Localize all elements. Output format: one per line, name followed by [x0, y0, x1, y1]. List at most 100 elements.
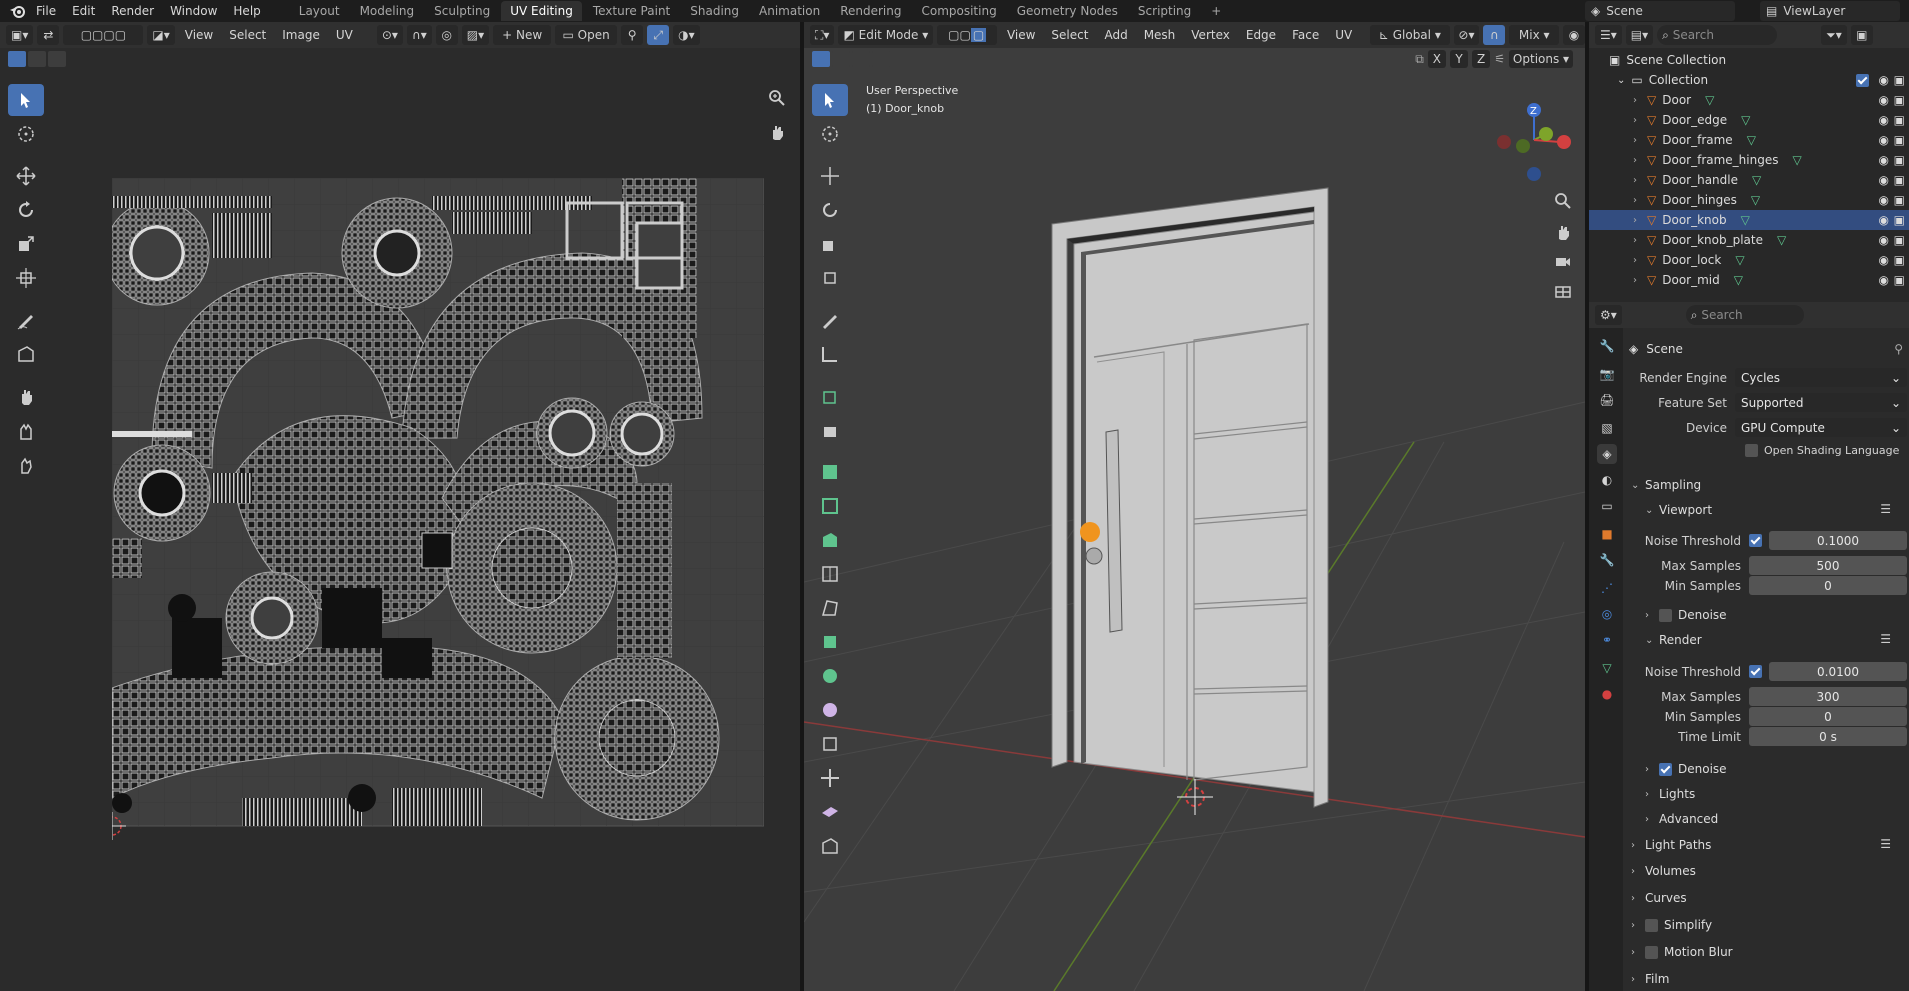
- device-dropdown[interactable]: GPU Compute ⌄: [1735, 418, 1907, 437]
- lights-subpanel[interactable]: › Lights: [1645, 787, 1695, 801]
- vp-denoise-subpanel[interactable]: › Denoise: [1645, 608, 1727, 622]
- vp-select-tool[interactable]: [812, 84, 848, 116]
- sampling-panel-header[interactable]: ⌄ Sampling: [1631, 478, 1701, 492]
- chevron-right-icon[interactable]: ›: [1633, 135, 1647, 146]
- particles-tab-icon[interactable]: ⋰: [1597, 578, 1617, 598]
- mesh-data-icon[interactable]: ▽: [1705, 93, 1714, 107]
- pan-hand-icon[interactable]: [763, 118, 791, 146]
- tab-animation[interactable]: Animation: [750, 1, 829, 21]
- add-cube-tool[interactable]: [812, 380, 848, 412]
- visibility-eye-icon[interactable]: ◉: [1879, 213, 1889, 227]
- uv-vertex-mode-button[interactable]: [8, 51, 26, 67]
- menu-edit[interactable]: Edit: [64, 0, 103, 22]
- outliner-object-row[interactable]: › ▽ Door_lock ▽ ◉ ▣: [1589, 250, 1909, 270]
- render-camera-icon[interactable]: ▣: [1894, 73, 1905, 87]
- r-noise-threshold-field[interactable]: 0.0100: [1769, 662, 1907, 681]
- scene-selector[interactable]: ◈ Scene: [1585, 1, 1735, 21]
- relax-tool[interactable]: [8, 414, 44, 446]
- outliner-editor-type-button[interactable]: ☰▾: [1595, 25, 1622, 45]
- mesh-data-icon[interactable]: ▽: [1734, 273, 1743, 287]
- mesh-data-icon[interactable]: ▽: [1735, 253, 1744, 267]
- scene-collection-row[interactable]: ▣ Scene Collection: [1589, 50, 1909, 70]
- filter-icon[interactable]: ⏷▾: [1821, 25, 1847, 45]
- tab-compositing[interactable]: Compositing: [912, 1, 1005, 21]
- motion-blur-panel[interactable]: › Motion Blur: [1631, 945, 1733, 959]
- spin-tool[interactable]: [812, 626, 848, 658]
- rotate-tool[interactable]: [8, 194, 44, 226]
- visibility-eye-icon[interactable]: ◉: [1879, 193, 1889, 207]
- camera-view-icon[interactable]: [1549, 248, 1577, 276]
- outliner-object-row[interactable]: › ▽ Door_knob ▽ ◉ ▣: [1589, 210, 1909, 230]
- properties-search-input[interactable]: ⌕ Search: [1685, 305, 1804, 325]
- navigation-gizmo[interactable]: Z: [1497, 103, 1571, 181]
- chevron-right-icon[interactable]: ›: [1633, 115, 1647, 126]
- rip-tool[interactable]: [8, 338, 44, 370]
- grab-tool[interactable]: [8, 380, 44, 412]
- tab-geometry-nodes[interactable]: Geometry Nodes: [1008, 1, 1127, 21]
- shrink-fatten-tool[interactable]: [812, 728, 848, 760]
- sticky-select-button[interactable]: ◪▾: [147, 25, 175, 45]
- vp-annotate-tool[interactable]: [812, 304, 848, 336]
- visibility-eye-icon[interactable]: ◉: [1879, 273, 1889, 287]
- proportional-edit-icon[interactable]: ◎: [435, 25, 458, 45]
- ortho-grid-icon[interactable]: [1549, 278, 1577, 306]
- tab-texture-paint[interactable]: Texture Paint: [584, 1, 679, 21]
- inset-tool[interactable]: [812, 456, 848, 488]
- render-camera-icon[interactable]: ▣: [1894, 233, 1905, 247]
- uv-menu-image[interactable]: Image: [276, 28, 326, 42]
- tab-uv-editing[interactable]: UV Editing: [501, 1, 582, 21]
- view-layer-tab-icon[interactable]: ▧: [1597, 418, 1617, 438]
- mesh-data-icon[interactable]: ▽: [1752, 173, 1761, 187]
- visibility-eye-icon[interactable]: ◉: [1879, 173, 1889, 187]
- uv-edge-mode-button[interactable]: [28, 51, 46, 67]
- sync-selection-icon[interactable]: ⇄: [37, 25, 60, 45]
- r-noise-threshold-checkbox[interactable]: [1749, 665, 1762, 678]
- tab-layout[interactable]: Layout: [290, 1, 349, 21]
- outliner-search-input[interactable]: ⌕ Search: [1657, 25, 1778, 45]
- world-tab-icon[interactable]: ◐: [1597, 470, 1617, 490]
- render-tab-icon[interactable]: 📷: [1597, 364, 1617, 384]
- outliner-object-row[interactable]: › ▽ Door_handle ▽ ◉ ▣: [1589, 170, 1909, 190]
- render-camera-icon[interactable]: ▣: [1894, 173, 1905, 187]
- select-box-tool[interactable]: [8, 84, 44, 116]
- menu-render[interactable]: Render: [103, 0, 162, 22]
- tab-shading[interactable]: Shading: [681, 1, 748, 21]
- pinch-tool[interactable]: [8, 448, 44, 480]
- annotate-tool[interactable]: [8, 304, 44, 336]
- editor-type-button[interactable]: ▣▾: [6, 25, 34, 45]
- snap-icon[interactable]: ∩▾: [406, 25, 432, 45]
- collection-tab-icon[interactable]: ▭: [1597, 496, 1617, 516]
- uv-face-mode-button[interactable]: [48, 51, 66, 67]
- shear-tool[interactable]: [812, 762, 848, 794]
- render-subpanel-header[interactable]: ⌄ Render: [1645, 633, 1702, 647]
- chevron-right-icon[interactable]: ›: [1633, 255, 1647, 266]
- new-image-button[interactable]: + New: [493, 25, 552, 45]
- material-tab-icon[interactable]: ●: [1597, 684, 1617, 704]
- open-image-button[interactable]: ▭ Open: [555, 25, 618, 45]
- viewport-scene[interactable]: Z: [804, 22, 1585, 991]
- visibility-eye-icon[interactable]: ◉: [1879, 133, 1889, 147]
- chevron-right-icon[interactable]: ›: [1633, 195, 1647, 206]
- vp-noise-threshold-field[interactable]: 0.1000: [1769, 531, 1907, 550]
- gizmo-toggle-icon[interactable]: ⤢: [647, 25, 670, 45]
- mesh-data-icon[interactable]: ▽: [1777, 233, 1786, 247]
- uv-canvas[interactable]: [112, 178, 764, 846]
- overlay-toggle-icon[interactable]: ◑▾: [673, 25, 700, 45]
- constraints-tab-icon[interactable]: ⚭: [1597, 630, 1617, 650]
- menu-window[interactable]: Window: [162, 0, 225, 22]
- r-max-samples-field[interactable]: 300: [1749, 687, 1907, 706]
- smooth-tool[interactable]: [812, 660, 848, 692]
- object-tab-icon[interactable]: ■: [1597, 524, 1617, 544]
- rip-region-tool[interactable]: [812, 830, 848, 862]
- vp-cursor-tool[interactable]: [812, 118, 848, 150]
- mesh-data-icon[interactable]: ▽: [1747, 133, 1756, 147]
- vp-denoise-checkbox[interactable]: [1659, 608, 1672, 622]
- pin-context-icon[interactable]: ⚲: [1894, 342, 1903, 356]
- zoom-icon[interactable]: [763, 84, 791, 112]
- advanced-subpanel[interactable]: › Advanced: [1645, 812, 1718, 826]
- list-menu-icon[interactable]: ☰: [1880, 502, 1891, 516]
- light-paths-panel[interactable]: › Light Paths: [1631, 838, 1711, 852]
- pivot-icon[interactable]: ⊙▾: [376, 25, 403, 45]
- r-denoise-subpanel[interactable]: › Denoise: [1645, 762, 1727, 776]
- film-panel[interactable]: › Film: [1631, 972, 1669, 986]
